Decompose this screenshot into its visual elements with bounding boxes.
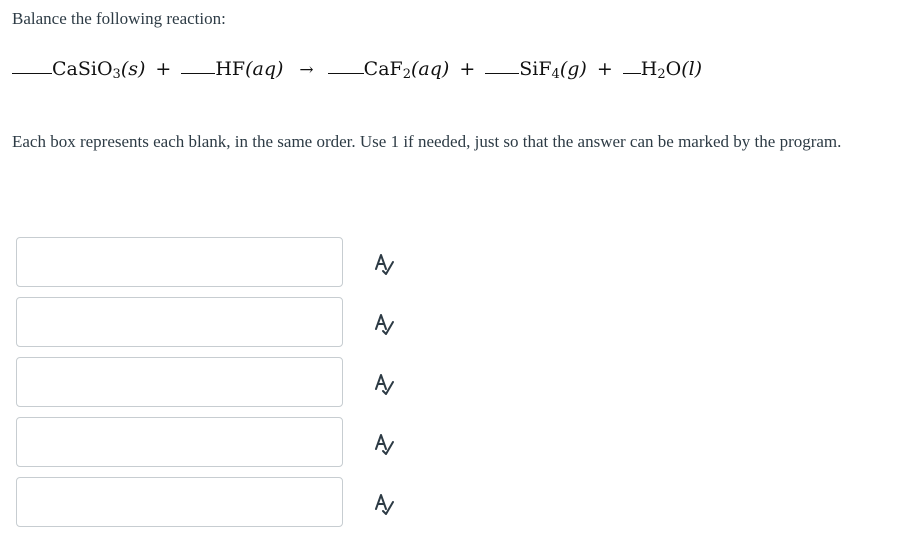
formula-text: H bbox=[640, 58, 658, 80]
state-label: (s) bbox=[120, 58, 146, 80]
spellcheck-icon[interactable] bbox=[371, 370, 397, 396]
formula-text: SiF bbox=[519, 58, 552, 80]
formula-text: O bbox=[665, 58, 682, 80]
plus-sign: + bbox=[459, 58, 476, 80]
answer-row-2 bbox=[16, 297, 406, 349]
answer-input-1[interactable] bbox=[16, 237, 343, 287]
state-label: (aq) bbox=[411, 58, 450, 80]
state-label: (aq) bbox=[245, 58, 284, 80]
blank-3 bbox=[327, 72, 364, 74]
reaction-arrow: → bbox=[299, 60, 314, 80]
state-label: (l) bbox=[681, 58, 703, 80]
answer-row-1 bbox=[16, 237, 406, 289]
formula-text: CaF bbox=[363, 58, 403, 80]
formula-subscript: 4 bbox=[551, 67, 560, 82]
formula-subscript: 3 bbox=[112, 67, 121, 82]
species-hf: HF(aq) bbox=[215, 58, 283, 80]
spellcheck-icon[interactable] bbox=[371, 490, 397, 516]
spellcheck-icon[interactable] bbox=[371, 310, 397, 336]
question-prompt: Balance the following reaction: bbox=[12, 9, 226, 28]
answer-input-3[interactable] bbox=[16, 357, 343, 407]
formula-text: CaSiO bbox=[52, 58, 113, 80]
formula-subscript: 2 bbox=[402, 67, 412, 82]
answer-row-3 bbox=[16, 357, 406, 409]
species-casio3: CaSiO3(s) bbox=[52, 58, 146, 82]
formula-text: HF bbox=[215, 58, 246, 80]
species-sif4: SiF4(g) bbox=[519, 58, 587, 82]
blank-1 bbox=[12, 72, 52, 74]
answer-row-4 bbox=[16, 417, 406, 469]
species-caf2: CaF2(aq) bbox=[363, 58, 450, 82]
chemical-equation: CaSiO3(s) + HF(aq) → CaF2(aq) + SiF4(g) … bbox=[12, 58, 702, 94]
species-h2o: H2O(l) bbox=[640, 58, 703, 82]
plus-sign: + bbox=[155, 58, 172, 80]
blank-4 bbox=[485, 72, 520, 74]
spellcheck-icon[interactable] bbox=[371, 250, 397, 276]
plus-sign: + bbox=[596, 58, 613, 80]
state-label: (g) bbox=[559, 58, 587, 80]
blank-5 bbox=[622, 72, 641, 74]
answer-input-4[interactable] bbox=[16, 417, 343, 467]
blank-2 bbox=[181, 72, 216, 74]
formula-subscript: 2 bbox=[657, 67, 666, 82]
answer-input-5[interactable] bbox=[16, 477, 343, 527]
answer-input-2[interactable] bbox=[16, 297, 343, 347]
answer-row-5 bbox=[16, 477, 406, 529]
instructions-text: Each box represents each blank, in the s… bbox=[12, 132, 842, 151]
spellcheck-icon[interactable] bbox=[371, 430, 397, 456]
